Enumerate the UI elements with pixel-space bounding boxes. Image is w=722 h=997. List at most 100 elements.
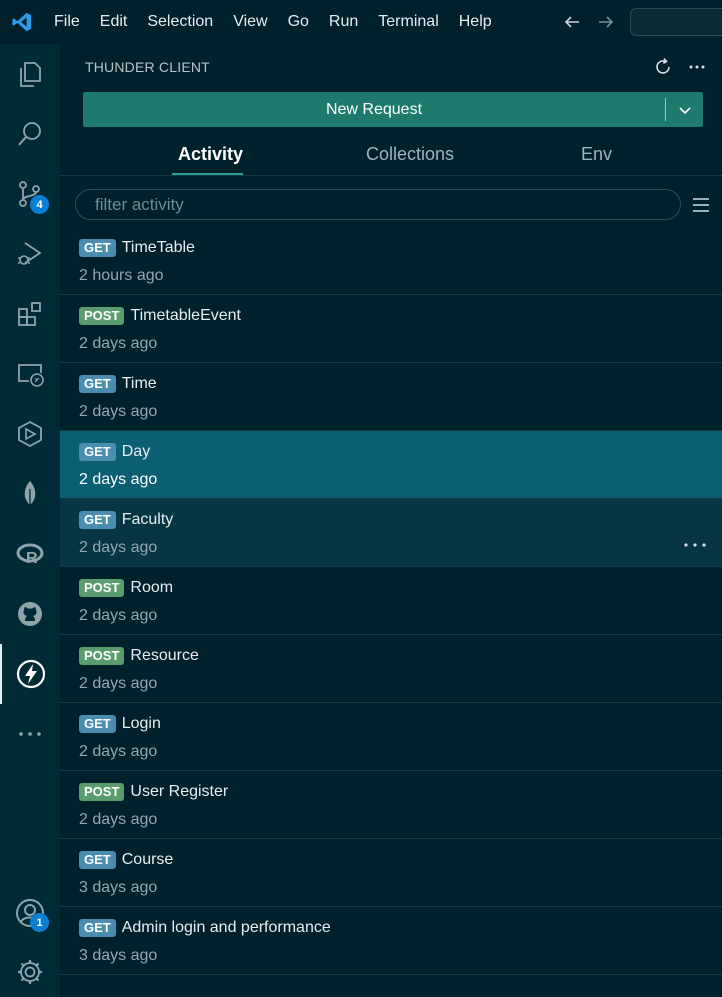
tab-bar: Activity Collections Env — [60, 136, 722, 176]
request-timestamp: 2 hours ago — [79, 267, 164, 284]
new-request-button[interactable]: New Request — [83, 92, 665, 127]
activity-row[interactable]: POST Room 2 days ago — [60, 567, 722, 635]
activity-bar: 4 R 1 — [0, 44, 60, 997]
vscode-logo-icon — [0, 0, 44, 44]
menu-file[interactable]: File — [44, 0, 90, 44]
thunder-client-icon[interactable] — [0, 644, 60, 704]
explorer-icon[interactable] — [0, 44, 60, 104]
activity-row[interactable]: GET Time 2 days ago — [60, 363, 722, 431]
back-arrow-icon[interactable] — [560, 10, 584, 34]
refresh-icon[interactable] — [652, 56, 674, 78]
menu-bar: File Edit Selection View Go Run Terminal… — [44, 0, 502, 44]
activity-row-header: GET Day — [79, 443, 150, 461]
activity-row-header: POST User Register — [79, 783, 228, 801]
chevron-down-icon — [678, 106, 691, 114]
filter-menu-icon[interactable] — [690, 194, 712, 216]
activity-row[interactable]: POST Resource 2 days ago — [60, 635, 722, 703]
filter-activity-field[interactable] — [75, 189, 681, 220]
mongodb-leaf-icon[interactable] — [0, 464, 60, 524]
menu-help[interactable]: Help — [449, 0, 502, 44]
request-timestamp: 2 days ago — [79, 471, 158, 488]
activity-row-header: GET Time — [79, 375, 157, 393]
http-method-badge: GET — [79, 239, 116, 257]
activity-row[interactable]: POST TimetableEvent 2 days ago — [60, 295, 722, 363]
more-icon[interactable] — [0, 704, 60, 764]
new-request-dropdown-button[interactable] — [666, 92, 703, 127]
http-method-badge: GET — [79, 715, 116, 733]
menu-run[interactable]: Run — [319, 0, 368, 44]
panel-title: THUNDER CLIENT — [85, 59, 210, 75]
http-method-badge: POST — [79, 647, 125, 665]
run-debug-icon[interactable] — [0, 224, 60, 284]
request-timestamp: 2 days ago — [79, 675, 158, 692]
command-center[interactable] — [630, 8, 722, 36]
activity-row-header: GET Faculty — [79, 511, 173, 529]
remote-explorer-icon[interactable] — [0, 344, 60, 404]
http-method-badge: GET — [79, 511, 116, 529]
panel-actions — [652, 56, 708, 78]
extensions-icon[interactable] — [0, 284, 60, 344]
r-language-icon[interactable]: R — [0, 524, 60, 584]
container-icon[interactable] — [0, 404, 60, 464]
github-icon[interactable] — [0, 584, 60, 644]
activity-row[interactable]: POST User Register 2 days ago — [60, 771, 722, 839]
http-method-badge: GET — [79, 851, 116, 869]
activity-row-header: GET TimeTable — [79, 239, 195, 257]
activity-row-header: GET Admin login and performance — [79, 919, 331, 937]
source-control-icon[interactable]: 4 — [0, 164, 60, 224]
request-timestamp: 3 days ago — [79, 947, 158, 964]
title-bar: File Edit Selection View Go Run Terminal… — [0, 0, 722, 44]
menu-edit[interactable]: Edit — [90, 0, 138, 44]
request-timestamp: 2 days ago — [79, 403, 158, 420]
activity-row-header: POST Resource — [79, 647, 199, 665]
request-name: Faculty — [121, 511, 174, 528]
menu-go[interactable]: Go — [278, 0, 319, 44]
menu-view[interactable]: View — [223, 0, 277, 44]
search-icon[interactable] — [0, 104, 60, 164]
activity-row[interactable]: GET TimeTable 2 hours ago — [60, 227, 722, 295]
activity-row[interactable]: GET Course 3 days ago — [60, 839, 722, 907]
account-icon[interactable]: 1 — [0, 883, 60, 943]
navigation-arrows — [560, 0, 618, 44]
http-method-badge: GET — [79, 443, 116, 461]
activity-row-header: GET Course — [79, 851, 173, 869]
activity-row[interactable]: GET Day 2 days ago — [60, 431, 722, 499]
menu-selection[interactable]: Selection — [137, 0, 223, 44]
account-badge: 1 — [30, 913, 49, 932]
request-name: Admin login and performance — [121, 919, 331, 936]
activity-row-header: POST TimetableEvent — [79, 307, 241, 325]
activity-row[interactable]: GET Admin login and performance 3 days ago — [60, 907, 722, 975]
request-timestamp: 2 days ago — [79, 539, 158, 556]
request-name: Login — [121, 715, 161, 732]
forward-arrow-icon[interactable] — [594, 10, 618, 34]
request-name: Time — [121, 375, 157, 392]
svg-text:R: R — [26, 550, 38, 567]
request-timestamp: 2 days ago — [79, 811, 158, 828]
menu-terminal[interactable]: Terminal — [368, 0, 448, 44]
request-timestamp: 3 days ago — [79, 879, 158, 896]
activity-row-header: POST Room — [79, 579, 173, 597]
http-method-badge: POST — [79, 783, 125, 801]
thunder-client-panel: THUNDER CLIENT New Request Activity Coll… — [60, 44, 722, 997]
more-actions-icon[interactable] — [686, 56, 708, 78]
tab-env[interactable]: Env — [581, 136, 612, 176]
http-method-badge: GET — [79, 375, 116, 393]
http-method-badge: GET — [79, 919, 116, 937]
activity-list: GET TimeTable 2 hours ago POST TimetableEven… — [60, 227, 722, 975]
http-method-badge: POST — [79, 307, 125, 325]
http-method-badge: POST — [79, 579, 125, 597]
activity-row[interactable]: GET Faculty 2 days ago — [60, 499, 722, 567]
tab-activity[interactable]: Activity — [178, 136, 243, 176]
tab-collections[interactable]: Collections — [366, 136, 454, 176]
request-name: TimeTable — [121, 239, 195, 256]
filter-activity-input[interactable] — [95, 194, 680, 215]
request-name: User Register — [130, 783, 229, 800]
request-name: Room — [130, 579, 174, 596]
settings-gear-icon[interactable] — [0, 942, 60, 997]
request-timestamp: 2 days ago — [79, 335, 158, 352]
activity-row-header: GET Login — [79, 715, 161, 733]
request-name: TimetableEvent — [130, 307, 241, 324]
new-request-button-group: New Request — [83, 92, 703, 127]
row-more-actions-icon[interactable] — [682, 535, 708, 555]
activity-row[interactable]: GET Login 2 days ago — [60, 703, 722, 771]
